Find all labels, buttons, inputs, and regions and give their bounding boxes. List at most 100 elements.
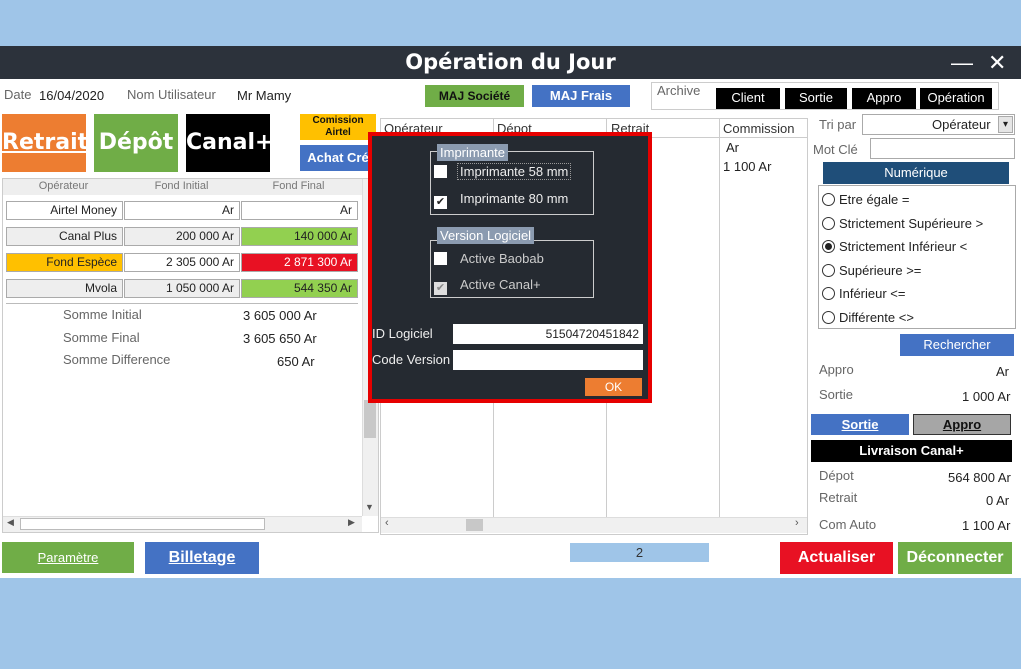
chevron-down-icon[interactable]: ▾: [998, 116, 1013, 133]
checkbox-icon[interactable]: [434, 165, 447, 178]
window-title: Opération du Jour: [0, 46, 1021, 79]
id-logiciel-field[interactable]: 51504720451842: [453, 324, 643, 344]
checkbox-icon[interactable]: [434, 252, 447, 265]
checked-icon[interactable]: ✔: [434, 282, 447, 295]
mot-cle-input[interactable]: [870, 138, 1015, 159]
tri-par-value: Opérateur: [932, 117, 991, 132]
fonds-row-operateur[interactable]: Mvola: [6, 279, 123, 298]
radio-icon[interactable]: [822, 287, 835, 300]
parametre-button[interactable]: Paramètre: [2, 542, 134, 573]
printer-80-label: Imprimante 80 mm: [460, 191, 569, 206]
mot-cle-label: Mot Clé: [813, 142, 858, 157]
fonds-row-final[interactable]: 2 871 300 Ar: [241, 253, 358, 272]
fonds-row-operateur[interactable]: Fond Espèce: [6, 253, 123, 272]
radio-icon[interactable]: [822, 263, 835, 277]
radio-selected-icon[interactable]: [822, 240, 835, 253]
achat-credit-button[interactable]: Achat Cré: [300, 145, 376, 171]
archive-tab-client[interactable]: Client: [716, 88, 780, 109]
date-value: 16/04/2020: [39, 88, 105, 103]
appro-value: Ar: [996, 364, 1009, 379]
numerique-header: Numérique: [823, 162, 1009, 184]
printer-58-option[interactable]: Imprimante 58 mm: [434, 163, 572, 180]
option-differente[interactable]: Différente <>: [822, 306, 983, 330]
fonds-row-final[interactable]: Ar: [241, 201, 358, 220]
option-egale[interactable]: Etre égale =: [822, 188, 983, 212]
scroll-right-icon[interactable]: ›: [795, 517, 799, 529]
sortie-button[interactable]: Sortie: [811, 414, 909, 435]
user-value: Mr Mamy: [237, 88, 292, 103]
page-indicator: 2: [570, 543, 709, 562]
printer-58-label: Imprimante 58 mm: [457, 163, 572, 180]
appro-button[interactable]: Appro: [913, 414, 1011, 435]
baobab-label: Active Baobab: [460, 251, 544, 266]
fonds-row-initial[interactable]: Ar: [124, 201, 240, 220]
option-superieure[interactable]: Strictement Supérieure >: [822, 212, 983, 236]
fonds-row-operateur[interactable]: Canal Plus: [6, 227, 123, 246]
somme-initial-label: Somme Initial: [63, 307, 142, 322]
somme-final-value: 3 605 650 Ar: [243, 331, 317, 346]
option-label: Strictement Inférieur <: [839, 239, 968, 254]
radio-icon[interactable]: [822, 310, 835, 324]
fonds-header-initial: Fond Initial: [154, 180, 209, 192]
archive-tab-sortie[interactable]: Sortie: [785, 88, 847, 109]
depot-button[interactable]: Dépôt: [94, 114, 178, 172]
somme-diff-value: 650 Ar: [277, 354, 315, 369]
somme-diff-label: Somme Difference: [63, 352, 171, 367]
fonds-vscroll-thumb[interactable]: [364, 400, 376, 438]
fonds-row-final[interactable]: 140 000 Ar: [241, 227, 358, 246]
fonds-row-final[interactable]: 544 350 Ar: [241, 279, 358, 298]
maj-frais-button[interactable]: MAJ Frais: [532, 85, 630, 107]
id-logiciel-label: ID Logiciel: [372, 326, 433, 341]
fonds-row-initial[interactable]: 1 050 000 Ar: [124, 279, 240, 298]
minimize-icon[interactable]: —: [951, 46, 973, 79]
user-label: Nom Utilisateur: [127, 87, 216, 102]
canal-option[interactable]: ✔ Active Canal+: [434, 277, 544, 295]
commission-cell: Ar: [726, 140, 739, 155]
table-hscroll-thumb[interactable]: [466, 519, 483, 531]
actualiser-button[interactable]: Actualiser: [780, 542, 893, 574]
depot-value: 564 800 Ar: [948, 470, 1011, 485]
table-horizontal-scrollbar[interactable]: [381, 517, 807, 533]
code-version-field[interactable]: [453, 350, 643, 370]
option-label: Supérieure >=: [839, 262, 922, 278]
retrait-button[interactable]: Retrait: [2, 114, 88, 172]
archive-tab-operation[interactable]: Opération: [920, 88, 992, 109]
somme-final-label: Somme Final: [63, 330, 140, 345]
livraison-canal-button[interactable]: Livraison Canal+: [811, 440, 1012, 462]
commission-airtel-button[interactable]: Comission Airtel: [300, 114, 376, 140]
date-label: Date: [4, 87, 32, 102]
deconnecter-button[interactable]: Déconnecter: [898, 542, 1012, 574]
checked-icon[interactable]: ✔: [434, 196, 447, 209]
canal-button[interactable]: Canal+: [186, 114, 273, 172]
fonds-divider: [6, 303, 358, 304]
commission-cell: 1 100 Ar: [723, 159, 772, 174]
col-header-commission: Commission: [723, 121, 795, 136]
appro-label: Appro: [819, 362, 854, 377]
com-auto-value: 1 100 Ar: [962, 518, 1011, 533]
fonds-row-initial[interactable]: 2 305 000 Ar: [124, 253, 240, 272]
maj-societe-button[interactable]: MAJ Société: [425, 85, 524, 107]
canal-label: Active Canal+: [460, 277, 541, 292]
ok-button[interactable]: OK: [585, 378, 642, 396]
printer-80-option[interactable]: ✔ Imprimante 80 mm: [434, 191, 571, 209]
fonds-row-initial[interactable]: 200 000 Ar: [124, 227, 240, 246]
fonds-row-operateur[interactable]: Airtel Money: [6, 201, 123, 220]
close-icon[interactable]: ✕: [988, 46, 1006, 79]
option-inferieur[interactable]: Strictement Inférieur <: [822, 235, 983, 259]
archive-tab-appro[interactable]: Appro: [852, 88, 916, 109]
fonds-header-final: Fond Final: [272, 180, 325, 192]
fonds-hscroll-thumb[interactable]: [20, 518, 265, 530]
scroll-right-icon[interactable]: ▶: [348, 517, 355, 528]
option-superieure-egale[interactable]: Supérieure >=: [822, 259, 983, 283]
tri-par-label: Tri par: [819, 117, 857, 132]
option-label: Inférieur <=: [839, 286, 906, 301]
scroll-left-icon[interactable]: ◀: [7, 517, 14, 528]
scroll-left-icon[interactable]: ‹: [385, 517, 389, 529]
radio-icon[interactable]: [822, 216, 835, 230]
radio-icon[interactable]: [822, 193, 835, 206]
option-inferieur-egale[interactable]: Inférieur <=: [822, 282, 983, 306]
scroll-down-icon[interactable]: ▼: [365, 502, 374, 512]
baobab-option[interactable]: Active Baobab: [434, 251, 547, 266]
billetage-button[interactable]: Billetage: [145, 542, 259, 574]
rechercher-button[interactable]: Rechercher: [900, 334, 1014, 356]
